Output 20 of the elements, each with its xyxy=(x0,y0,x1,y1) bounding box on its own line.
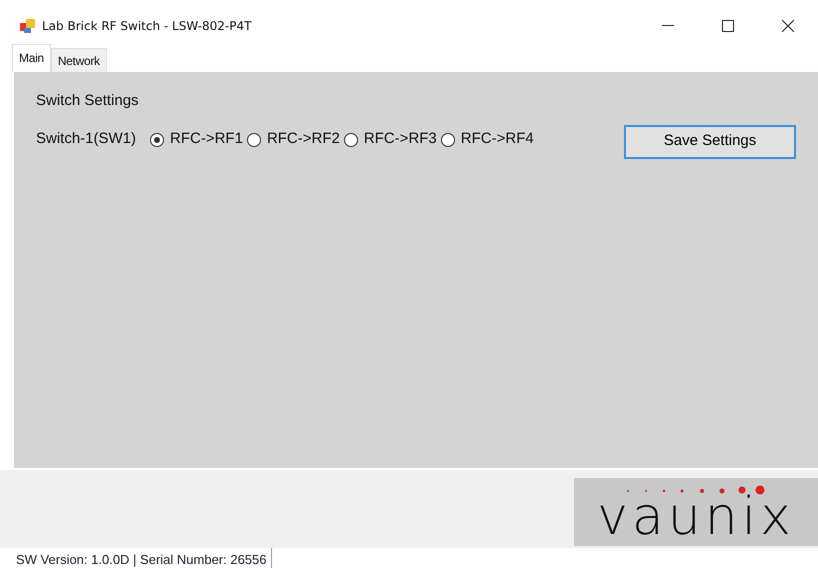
close-icon[interactable] xyxy=(782,20,794,32)
radio-button[interactable] xyxy=(440,132,455,146)
radio-label[interactable]: RFC->RF3 xyxy=(364,128,437,151)
group-title: Switch Settings xyxy=(36,91,139,111)
radio-button[interactable] xyxy=(344,132,358,146)
radio-button[interactable] xyxy=(150,132,164,146)
tab[interactable]: Network xyxy=(50,48,107,72)
app-icon xyxy=(20,19,36,33)
radio-label[interactable]: RFC->RF1 xyxy=(170,128,243,151)
radio-button[interactable] xyxy=(246,132,261,146)
vaunix-logo: vaunix xyxy=(574,478,818,546)
save-settings-button[interactable]: Save Settings xyxy=(624,124,796,158)
tab[interactable]: Main xyxy=(12,44,51,72)
radio-label[interactable]: RFC->RF2 xyxy=(266,128,340,151)
minimize-icon[interactable] xyxy=(662,25,674,27)
maximize-icon[interactable] xyxy=(722,20,734,32)
window-title: Lab Brick RF Switch - LSW-802-P4T xyxy=(42,18,252,35)
status-text: SW Version: 1.0.0D | Serial Number: 26556 xyxy=(0,548,272,568)
switch-label: Switch-1(SW1) xyxy=(36,129,136,150)
radio-label[interactable]: RFC->RF4 xyxy=(460,128,534,151)
